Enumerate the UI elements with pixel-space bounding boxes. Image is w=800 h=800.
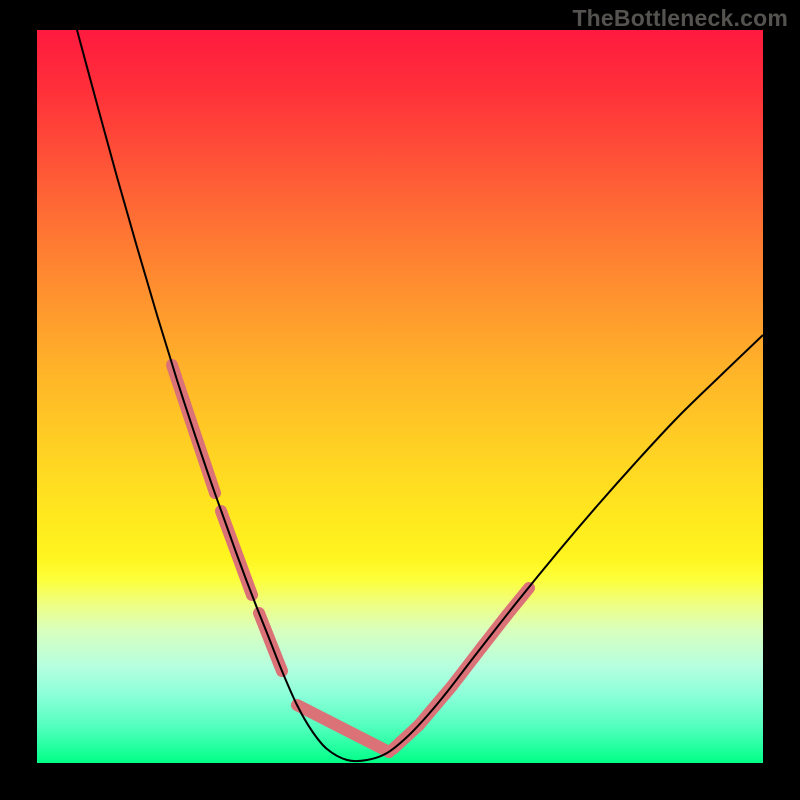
watermark-text: TheBottleneck.com xyxy=(572,5,788,32)
plot-area xyxy=(37,30,763,763)
highlight-band xyxy=(172,365,529,752)
chart-frame: TheBottleneck.com xyxy=(0,0,800,800)
curve-layer xyxy=(37,30,763,763)
